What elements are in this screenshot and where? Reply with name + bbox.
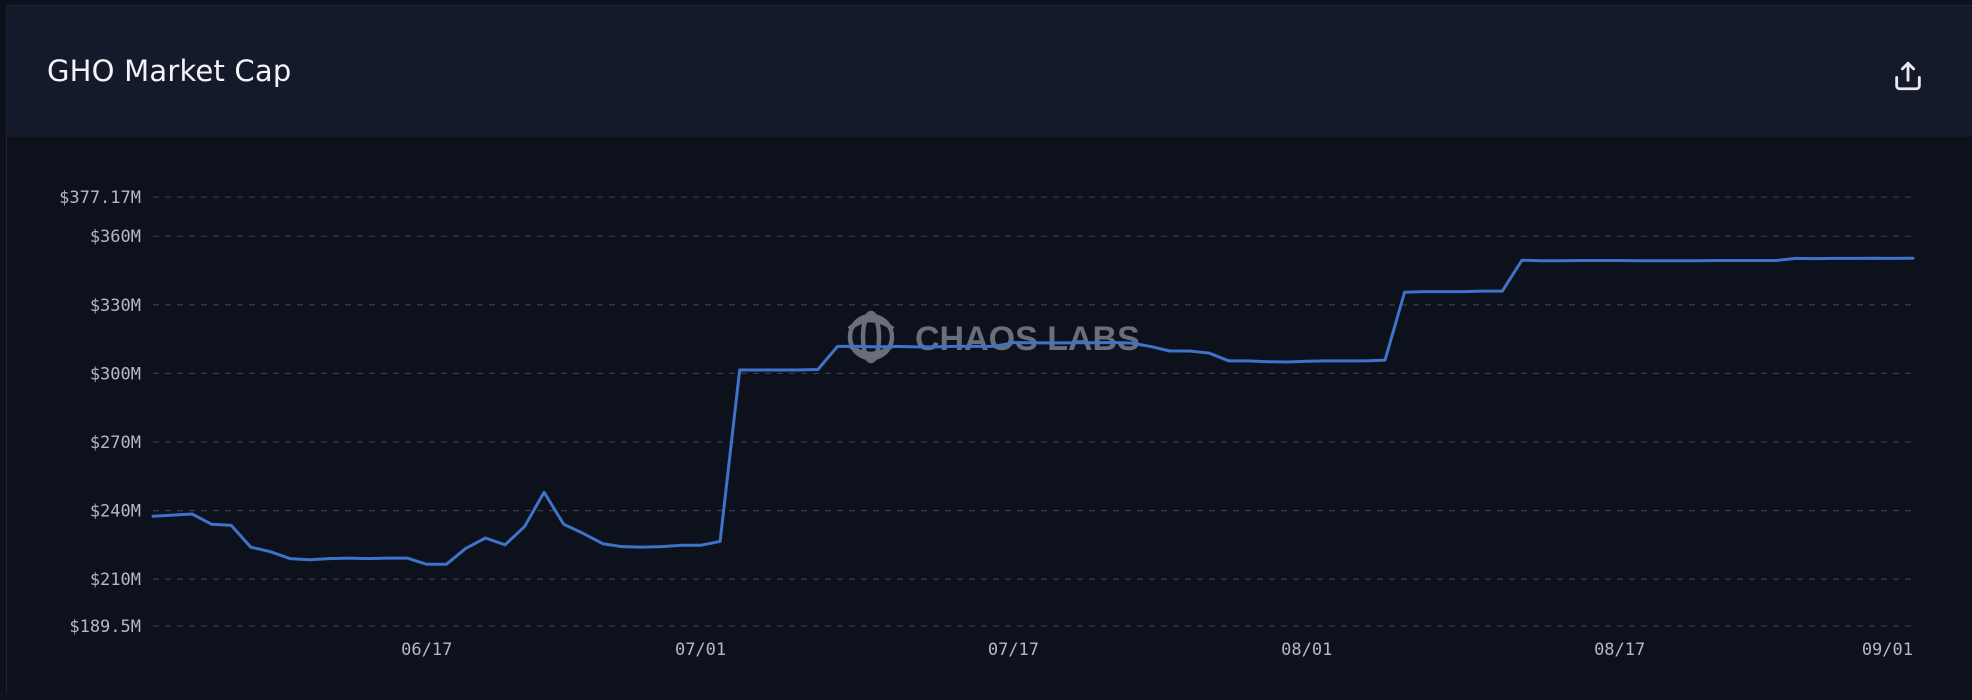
x-tick-label: 07/17 [988, 640, 1039, 660]
y-tick-label: $360M [90, 227, 141, 247]
x-tick-label: 08/01 [1281, 640, 1332, 660]
y-tick-label: $330M [90, 296, 141, 316]
x-tick-label: 09/01 [1862, 640, 1913, 660]
chart-title: GHO Market Cap [47, 54, 292, 88]
series-layer [151, 256, 1915, 566]
line-chart: CHAOS LABS $189.5M $210M $240M $270M $300M $3… [59, 188, 1915, 660]
chart-card: GHO Market Cap CHAOS LABS $189.5M $210M $2 [6, 5, 1972, 694]
x-tick-label: 08/17 [1594, 640, 1645, 660]
watermark: CHAOS LABS [847, 310, 1140, 364]
x-tick-label: 07/01 [675, 640, 726, 660]
y-axis-ticks: $189.5M $210M $240M $270M $300M $330M $360M $37… [59, 188, 141, 637]
y-tick-label: $377.17M [59, 188, 141, 208]
chart-area: CHAOS LABS $189.5M $210M $240M $270M $300M $3… [7, 137, 1972, 695]
y-tick-label: $210M [90, 570, 141, 590]
chaos-labs-logo-icon [847, 310, 895, 364]
y-tick-label: $270M [90, 433, 141, 453]
x-axis-ticks: 06/17 07/01 07/17 08/01 08/17 09/01 [401, 640, 1913, 660]
x-tick-label: 06/17 [401, 640, 452, 660]
watermark-text: CHAOS LABS [915, 320, 1140, 358]
y-tick-label: $189.5M [69, 617, 141, 637]
y-tick-label: $240M [90, 502, 141, 522]
share-upload-icon [1895, 61, 1921, 91]
export-button[interactable] [1888, 56, 1928, 96]
series-line[interactable] [151, 256, 1915, 566]
y-tick-label: $300M [90, 364, 141, 384]
chart-header: GHO Market Cap [7, 6, 1972, 137]
